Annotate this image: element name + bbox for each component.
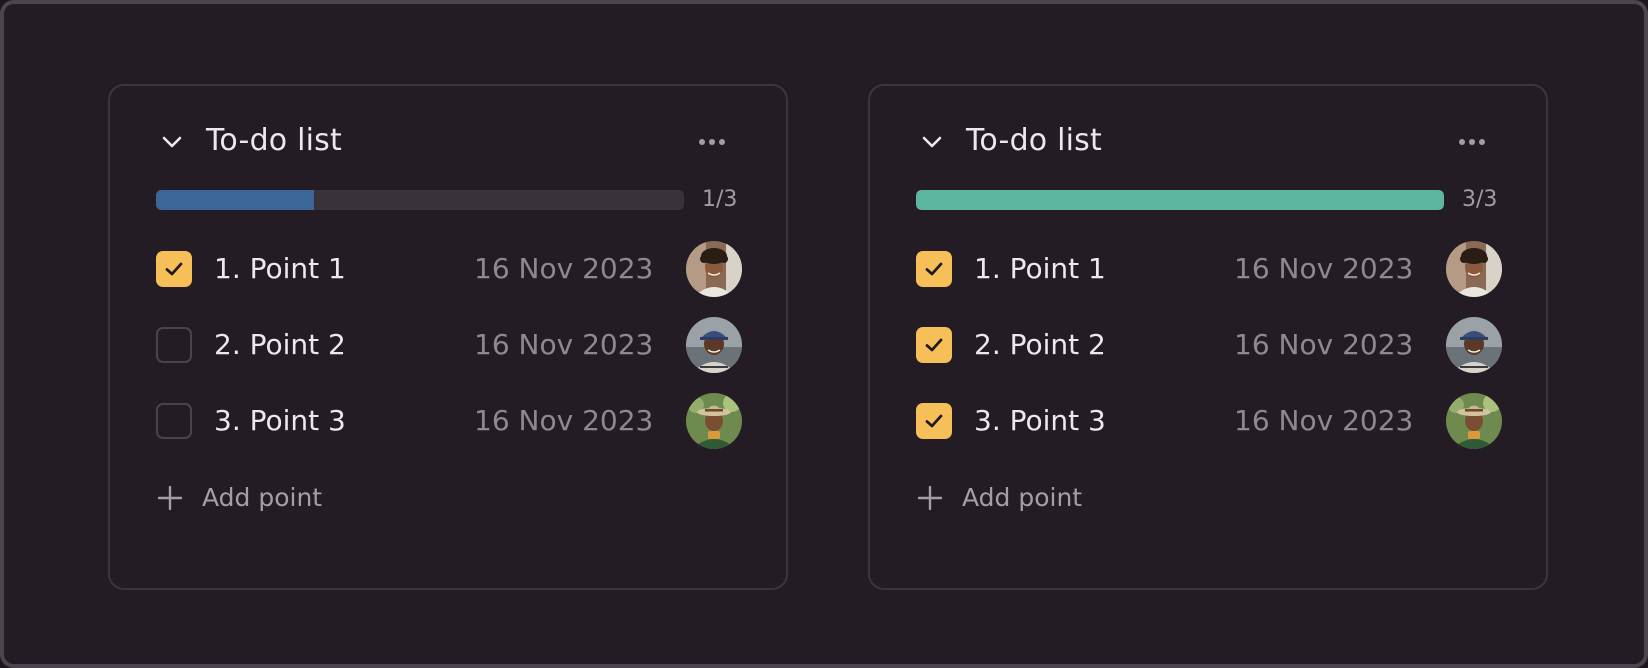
checkmark-icon	[925, 262, 943, 276]
progress-count: 1/3	[702, 187, 738, 212]
item-checkbox-checked[interactable]	[916, 251, 952, 287]
checkmark-icon	[925, 338, 943, 352]
more-horizontal-icon[interactable]	[1452, 128, 1492, 156]
item-date: 16 Nov 2023	[474, 252, 654, 285]
more-horizontal-icon[interactable]	[692, 128, 732, 156]
item-date: 16 Nov 2023	[1234, 252, 1414, 285]
progress-fill	[916, 190, 1444, 210]
avatar-curly-hair-man[interactable]	[1446, 241, 1502, 297]
chevron-down-icon[interactable]	[916, 126, 948, 158]
plus-icon	[157, 485, 183, 511]
todo-item: 1. Point 1 16 Nov 2023	[156, 240, 746, 298]
item-label: 1. Point 1	[214, 252, 346, 285]
item-checkbox-checked[interactable]	[156, 251, 192, 287]
todo-item: 2. Point 2 16 Nov 2023	[916, 316, 1506, 374]
item-label: 3. Point 3	[974, 404, 1106, 437]
item-checkbox-checked[interactable]	[916, 327, 952, 363]
todo-item: 2. Point 2 16 Nov 2023	[156, 316, 746, 374]
add-point-button[interactable]: Add point	[916, 478, 1136, 518]
avatar-hat-man[interactable]	[1446, 393, 1502, 449]
item-date: 16 Nov 2023	[474, 404, 654, 437]
avatar-hat-man[interactable]	[686, 393, 742, 449]
todo-item: 3. Point 3 16 Nov 2023	[156, 392, 746, 450]
checkmark-icon	[165, 262, 183, 276]
todo-card: To-do list 3/3 1. Point 1 16 Nov 2023 2.…	[868, 84, 1548, 590]
chevron-down-icon[interactable]	[156, 126, 188, 158]
item-label: 2. Point 2	[214, 328, 346, 361]
item-date: 16 Nov 2023	[1234, 328, 1414, 361]
todo-card: To-do list 1/3 1. Point 1 16 Nov 2023 2.…	[108, 84, 788, 590]
screen-frame: To-do list 1/3 1. Point 1 16 Nov 2023 2.…	[0, 0, 1648, 668]
add-point-button[interactable]: Add point	[156, 478, 376, 518]
item-label: 3. Point 3	[214, 404, 346, 437]
add-point-label: Add point	[962, 483, 1083, 512]
card-title: To-do list	[206, 123, 342, 158]
avatar-cap-man[interactable]	[1446, 317, 1502, 373]
avatar-curly-hair-man[interactable]	[686, 241, 742, 297]
avatar-cap-man[interactable]	[686, 317, 742, 373]
plus-icon	[917, 485, 943, 511]
item-date: 16 Nov 2023	[474, 328, 654, 361]
item-checkbox-unchecked[interactable]	[156, 327, 192, 363]
checkmark-icon	[925, 414, 943, 428]
item-checkbox-checked[interactable]	[916, 403, 952, 439]
item-date: 16 Nov 2023	[1234, 404, 1414, 437]
item-label: 2. Point 2	[974, 328, 1106, 361]
item-checkbox-unchecked[interactable]	[156, 403, 192, 439]
card-title: To-do list	[966, 123, 1102, 158]
progress-bar	[916, 190, 1444, 210]
progress-bar	[156, 190, 684, 210]
todo-item: 1. Point 1 16 Nov 2023	[916, 240, 1506, 298]
add-point-label: Add point	[202, 483, 323, 512]
item-label: 1. Point 1	[974, 252, 1106, 285]
todo-item: 3. Point 3 16 Nov 2023	[916, 392, 1506, 450]
progress-fill	[156, 190, 315, 210]
progress-count: 3/3	[1462, 187, 1498, 212]
